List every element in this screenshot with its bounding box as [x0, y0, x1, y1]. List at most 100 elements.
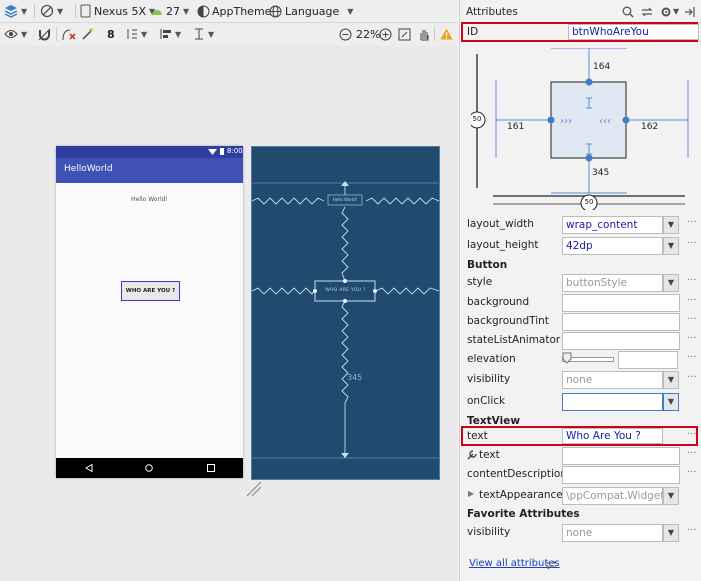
vertical-bias-value[interactable]: 50 — [472, 115, 482, 123]
chevron-down-icon[interactable]: ▼ — [663, 216, 679, 234]
panel-title: Attributes — [466, 6, 518, 18]
more-icon[interactable]: ··· — [687, 467, 697, 478]
zoom-fit-icon[interactable] — [398, 26, 411, 42]
chevron-down-icon[interactable]: ▼ — [663, 371, 679, 389]
language-selector[interactable]: Language ▼ — [269, 3, 353, 19]
more-icon[interactable]: ··· — [687, 238, 697, 249]
svg-text:‹‹‹: ‹‹‹ — [599, 116, 611, 127]
backgroundtint-field[interactable] — [562, 313, 680, 331]
device-selector[interactable]: Nexus 5X ▼ — [80, 3, 155, 19]
layout-width-label: layout_width — [467, 218, 534, 230]
statelistanimator-label: stateListAnimator — [467, 334, 561, 346]
design-canvas[interactable]: 8:00 HelloWorld Hello World! WHO ARE YOU… — [0, 45, 458, 581]
more-icon[interactable]: ··· — [687, 333, 697, 344]
background-field[interactable] — [562, 294, 680, 312]
layers-icon[interactable]: ▼ — [4, 3, 27, 19]
swap-icon[interactable] — [641, 6, 653, 18]
more-icon[interactable]: ··· — [687, 275, 697, 286]
horizontal-bias-value[interactable]: 50 — [584, 198, 594, 206]
text-field[interactable]: Who Are You ? — [562, 428, 663, 444]
fav-visibility-field[interactable]: none — [562, 524, 663, 542]
more-icon[interactable]: ··· — [687, 314, 697, 325]
gear-dropdown-icon[interactable]: ▼ — [673, 7, 679, 16]
blueprint-hello-label: Hello World! — [332, 197, 358, 202]
chevron-down-icon[interactable]: ▼ — [663, 487, 679, 505]
swap-icon[interactable] — [545, 560, 557, 570]
more-icon[interactable]: ··· — [687, 429, 697, 440]
status-time: 8:00 — [227, 147, 243, 155]
contentdescription-field[interactable] — [562, 466, 680, 484]
fav-visibility-label: visibility — [467, 526, 511, 538]
margin-left-value[interactable]: 161 — [507, 122, 524, 132]
id-field[interactable]: btnWhoAreYou — [568, 24, 699, 40]
app-title: HelloWorld — [64, 164, 113, 174]
visibility-field[interactable]: none — [562, 371, 663, 389]
onclick-field[interactable] — [562, 393, 663, 411]
constraint-widget[interactable]: ››› ‹‹‹ — [471, 48, 693, 210]
search-icon[interactable] — [622, 6, 634, 18]
slider-thumb[interactable] — [562, 352, 572, 364]
margin-right-value[interactable]: 162 — [641, 122, 658, 132]
clear-constraints-icon[interactable] — [62, 26, 76, 42]
hide-panel-icon[interactable] — [684, 6, 696, 18]
align-icon[interactable]: ▼ — [160, 26, 181, 42]
magnet-icon[interactable] — [38, 26, 51, 42]
default-margin-value[interactable]: 8 — [107, 26, 115, 42]
nav-bar — [56, 458, 243, 478]
wrench-icon — [467, 450, 477, 460]
elevation-field[interactable] — [618, 351, 678, 369]
margin-bottom-value[interactable]: 345 — [592, 168, 609, 178]
api-selector[interactable]: 27 ▼ — [151, 3, 189, 19]
background-row: background ··· — [467, 294, 697, 312]
orientation-icon[interactable]: ▼ — [40, 3, 63, 19]
expand-icon[interactable]: ▶ — [468, 489, 474, 498]
back-icon — [85, 464, 93, 472]
more-icon[interactable]: ··· — [687, 372, 697, 383]
id-label: ID — [467, 26, 479, 38]
blueprint-margin-label: 345 — [347, 373, 363, 382]
textappearance-row: ▶ textAppearance \ppCompat.Widget.Button… — [467, 487, 695, 505]
tools-text-field[interactable] — [562, 447, 680, 465]
more-icon[interactable]: ··· — [687, 295, 697, 306]
globe-icon — [269, 5, 282, 17]
chevron-down-icon[interactable]: ▼ — [663, 237, 679, 255]
theme-selector[interactable]: AppTheme — [197, 3, 271, 19]
textappearance-label: textAppearance — [479, 489, 563, 501]
guidelines-icon[interactable]: ▼ — [193, 26, 214, 42]
app-bar: HelloWorld — [56, 158, 243, 183]
margin-top-value[interactable]: 164 — [593, 62, 610, 72]
statelistanimator-field[interactable] — [562, 332, 680, 350]
onclick-label: onClick — [467, 395, 506, 407]
layout-height-field[interactable]: 42dp — [562, 237, 663, 255]
chevron-down-icon[interactable]: ▼ — [663, 274, 679, 292]
more-icon[interactable]: ··· — [687, 448, 697, 459]
gear-icon[interactable] — [660, 6, 672, 18]
android-icon — [152, 10, 162, 15]
zoom-in-icon[interactable] — [379, 26, 392, 42]
layout-height-label: layout_height — [467, 239, 539, 251]
design-toolbar: ▼ ▼ Nexus 5X ▼ 27 ▼ AppTheme Language ▼ — [0, 0, 458, 23]
elevation-label: elevation — [467, 353, 516, 365]
blueprint-button-label[interactable]: WHO ARE YOU ? — [316, 288, 375, 293]
battery-icon — [220, 148, 224, 155]
layout-width-field[interactable]: wrap_content — [562, 216, 663, 234]
resize-handle-icon[interactable] — [246, 481, 262, 497]
who-are-you-button[interactable]: WHO ARE YOU ? — [121, 281, 180, 301]
textappearance-field[interactable]: \ppCompat.Widget.Button — [562, 487, 663, 505]
zoom-out-icon[interactable] — [339, 26, 352, 42]
pack-icon[interactable]: ▼ — [126, 26, 147, 42]
style-field[interactable]: buttonStyle — [562, 274, 663, 292]
eye-icon[interactable]: ▼ — [4, 26, 27, 42]
status-bar: 8:00 — [56, 146, 243, 158]
warning-icon[interactable] — [440, 26, 453, 42]
more-icon[interactable]: ··· — [687, 525, 697, 536]
chevron-down-icon[interactable]: ▼ — [663, 393, 679, 411]
chevron-down-icon[interactable]: ▼ — [663, 524, 679, 542]
pan-hand-icon[interactable] — [418, 26, 430, 42]
more-icon[interactable]: ··· — [687, 217, 697, 228]
more-icon[interactable]: ··· — [687, 352, 697, 363]
infer-constraints-icon[interactable] — [82, 26, 94, 42]
visibility-label: visibility — [467, 373, 511, 385]
contentdescription-label: contentDescription — [467, 468, 568, 480]
text-label: text — [467, 430, 488, 442]
